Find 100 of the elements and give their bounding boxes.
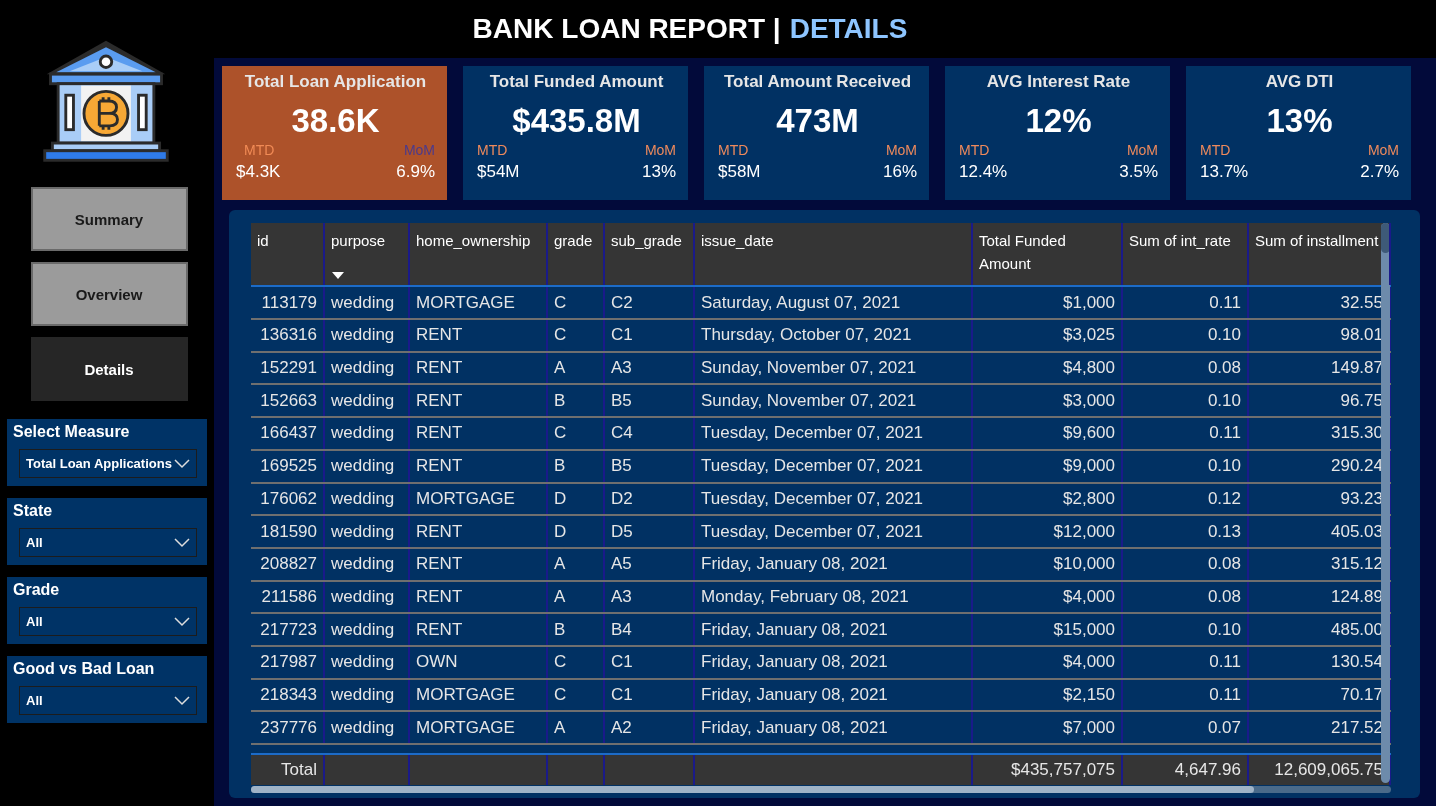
table-cell: C4	[605, 418, 695, 449]
filter-dropdown[interactable]: All	[19, 686, 197, 715]
table-cell: $3,025	[973, 320, 1123, 351]
column-header[interactable]: issue_date	[695, 223, 973, 286]
kpi-sub-value: 12.4%	[959, 162, 1008, 183]
chevron-icon	[174, 537, 190, 548]
table-cell: 217723	[251, 614, 325, 645]
table-cell: C	[548, 320, 605, 351]
kpi-title: Total Loan Application	[243, 72, 428, 93]
table-cell: wedding	[325, 287, 410, 319]
table-cell: 136316	[251, 320, 325, 351]
vertical-scrollbar[interactable]	[1381, 223, 1390, 783]
column-header[interactable]: Total Funded Amount	[973, 223, 1123, 286]
table-cell: A	[548, 712, 605, 743]
table-cell: wedding	[325, 548, 410, 580]
table-cell: $4,000	[973, 646, 1123, 678]
chevron-icon	[174, 616, 190, 627]
table-cell: RENT	[410, 548, 548, 580]
table-cell: RENT	[410, 385, 548, 417]
table-cell: wedding	[325, 320, 410, 351]
kpi-label: MoM	[1367, 142, 1399, 159]
table-cell: Friday, January 08, 2021	[695, 646, 973, 678]
table-cell: Thursday, October 07, 2021	[695, 320, 973, 351]
chevron-icon	[174, 458, 190, 469]
nav-button[interactable]: Details	[30, 337, 188, 401]
table-cell: A2	[605, 712, 695, 743]
column-header[interactable]: purpose	[325, 223, 410, 286]
horizontal-scrollbar[interactable]	[251, 786, 1391, 793]
table-cell: Sunday, November 07, 2021	[695, 385, 973, 417]
table-cell: 181590	[251, 516, 325, 547]
kpi-sub-value: 13.7%	[1200, 162, 1249, 183]
kpi-card[interactable]: Total Amount Received 473M MTD $58M MoM 16%	[704, 66, 929, 201]
table-cell: 0.10	[1123, 320, 1249, 351]
table-cell: RENT	[410, 450, 548, 482]
table-cell: wedding	[325, 450, 410, 482]
kpi-value: 13%	[1265, 102, 1334, 141]
table-cell: wedding	[325, 712, 410, 743]
table-cell: OWN	[410, 646, 548, 678]
table-cell: MORTGAGE	[410, 483, 548, 515]
kpi-value: 473M	[775, 102, 860, 141]
table-cell: $3,000	[973, 385, 1123, 417]
table-cell: RENT	[410, 614, 548, 645]
nav-button[interactable]: Overview	[30, 262, 188, 326]
table-cell: 0.12	[1123, 483, 1249, 515]
kpi-value: 38.6K	[290, 102, 381, 141]
table-cell: RENT	[410, 320, 548, 351]
table-cell: D5	[605, 516, 695, 547]
kpi-label: MTD	[477, 142, 508, 159]
filter-label: Select Measure	[13, 423, 131, 441]
kpi-title: AVG Interest Rate	[985, 72, 1132, 93]
table-cell: wedding	[325, 483, 410, 515]
table-cell: B4	[605, 614, 695, 645]
table-cell: 0.10	[1123, 450, 1249, 482]
table-cell: A	[548, 548, 605, 580]
table-cell: wedding	[325, 385, 410, 417]
table-cell: wedding	[325, 679, 410, 711]
table-cell: $7,000	[973, 712, 1123, 743]
column-header[interactable]: grade	[548, 223, 605, 286]
kpi-card[interactable]: AVG Interest Rate 12% MTD 12.4% MoM 3.5%	[945, 66, 1170, 201]
table-cell: C	[548, 679, 605, 711]
kpi-label: MTD	[1200, 142, 1231, 159]
kpi-card[interactable]: Total Funded Amount $435.8M MTD $54M MoM 13%	[463, 66, 688, 201]
column-header[interactable]: home_ownership	[410, 223, 548, 286]
kpi-card[interactable]: Total Loan Application 38.6K MTD $4.3K MoM 6.9%	[222, 66, 447, 201]
table-cell: RENT	[410, 581, 548, 613]
table-cell: $1,000	[973, 287, 1123, 319]
kpi-sub-value: 3.5%	[1119, 162, 1158, 183]
table-cell: Sunday, November 07, 2021	[695, 352, 973, 384]
table-cell: wedding	[325, 646, 410, 678]
kpi-label: MoM	[1126, 142, 1158, 159]
table-cell: wedding	[325, 614, 410, 645]
column-header[interactable]: Sum of int_rate	[1123, 223, 1249, 286]
table-cell: Friday, January 08, 2021	[695, 712, 973, 743]
table-cell: RENT	[410, 418, 548, 449]
column-header[interactable]: sub_grade	[605, 223, 695, 286]
table-cell: 0.10	[1123, 385, 1249, 417]
sort-arrow-icon	[332, 272, 344, 280]
table-cell: $9,600	[973, 418, 1123, 449]
kpi-title: Total Amount Received	[723, 72, 912, 93]
filter-dropdown[interactable]: Total Loan Applications	[19, 449, 197, 478]
table-cell: MORTGAGE	[410, 287, 548, 319]
table-cell: 211586	[251, 581, 325, 613]
table-cell: B	[548, 385, 605, 417]
filter-dropdown[interactable]: All	[19, 528, 197, 557]
kpi-card[interactable]: AVG DTI 13% MTD 13.7% MoM 2.7%	[1186, 66, 1411, 201]
filter-dropdown[interactable]: All	[19, 607, 197, 636]
table-cell: 152291	[251, 352, 325, 384]
table-cell: 113179	[251, 287, 325, 319]
table-cell: B5	[605, 450, 695, 482]
column-header[interactable]: id	[251, 223, 325, 286]
table-cell: B5	[605, 385, 695, 417]
table-cell: wedding	[325, 418, 410, 449]
table-cell: 0.11	[1123, 287, 1249, 319]
table-cell: wedding	[325, 581, 410, 613]
table-cell: A3	[605, 581, 695, 613]
nav-button[interactable]: Summary	[30, 187, 188, 251]
table-cell: 208827	[251, 548, 325, 580]
table-cell: $10,000	[973, 548, 1123, 580]
table-cell: Tuesday, December 07, 2021	[695, 516, 973, 547]
table-cell: A3	[605, 352, 695, 384]
